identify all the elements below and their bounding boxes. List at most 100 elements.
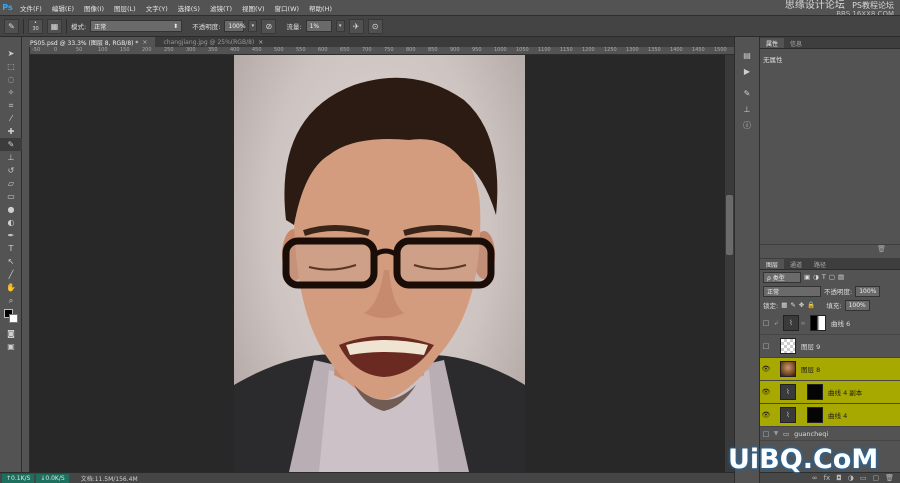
new-adjustment-icon[interactable]: ◑ [848, 474, 854, 482]
lock-transparent-icon[interactable]: ▦ [781, 301, 787, 309]
lasso-tool-icon[interactable]: ◌ [0, 73, 22, 86]
trash-icon[interactable]: 🗑 [877, 245, 886, 254]
tab-paths[interactable]: 路径 [808, 259, 832, 269]
layer-row-curves-4[interactable]: 👁 ⌇ ∞ 曲线 4 [760, 404, 900, 427]
menu-view[interactable]: 视图(V) [237, 3, 270, 13]
lock-paint-icon[interactable]: ✎ [790, 301, 795, 309]
hand-tool-icon[interactable]: ✋ [0, 281, 22, 294]
canvas-area[interactable] [30, 55, 725, 472]
brush-tool-preset-icon[interactable]: ✎ [4, 18, 19, 34]
brush-size-picker[interactable]: • 30 [28, 18, 43, 34]
visibility-off-icon[interactable]: □ [760, 342, 772, 350]
menu-filter[interactable]: 滤镜(T) [205, 3, 237, 13]
menu-help[interactable]: 帮助(H) [304, 3, 337, 13]
layer-row-layer-8[interactable]: 👁 图层 8 [760, 358, 900, 381]
layer-mask-thumbnail[interactable] [807, 407, 823, 423]
pressure-size-icon[interactable]: ⊙ [367, 18, 383, 34]
close-icon[interactable]: × [142, 39, 147, 46]
move-tool-icon[interactable]: ➤ [0, 47, 22, 60]
menu-select[interactable]: 选择(S) [173, 3, 205, 13]
lock-move-icon[interactable]: ✥ [799, 301, 804, 309]
filter-adjust-icon[interactable]: ◑ [813, 273, 819, 281]
screen-mode-icon[interactable]: ▣ [0, 340, 22, 353]
layer-opacity-input[interactable]: 100% [855, 285, 881, 297]
dodge-tool-icon[interactable]: ◐ [0, 216, 22, 229]
layers-tabs: 图层 通道 路径 [760, 258, 900, 270]
trash-icon[interactable]: 🗑 [885, 474, 894, 482]
opacity-input[interactable]: 100% [224, 20, 246, 32]
tab-properties[interactable]: 属性 [760, 38, 785, 48]
canvas-vertical-scrollbar[interactable] [725, 55, 734, 472]
pen-tool-icon[interactable]: ✒ [0, 229, 22, 242]
crop-tool-icon[interactable]: ⌗ [0, 99, 22, 112]
tab-info[interactable]: 信息 [784, 38, 808, 48]
menu-image[interactable]: 图像(I) [79, 3, 109, 13]
zoom-tool-icon[interactable]: ⌕ [0, 294, 22, 307]
quick-mask-icon[interactable]: ◙ [0, 327, 22, 340]
airbrush-icon[interactable]: ✈ [348, 18, 364, 34]
marquee-tool-icon[interactable]: ⬚ [0, 60, 22, 73]
menu-window[interactable]: 窗口(W) [270, 3, 305, 13]
path-select-tool-icon[interactable]: ↖ [0, 255, 22, 268]
menu-edit[interactable]: 编辑(E) [47, 3, 79, 13]
link-layers-icon[interactable]: ∞ [812, 474, 818, 482]
filter-smart-icon[interactable]: ▤ [838, 273, 844, 281]
brush-panel-icon[interactable]: ✎ [735, 85, 759, 101]
visibility-off-icon[interactable]: □ [760, 319, 772, 327]
clone-stamp-tool-icon[interactable]: ⊥ [0, 151, 22, 164]
history-brush-tool-icon[interactable]: ↺ [0, 164, 22, 177]
add-mask-icon[interactable]: ◘ [836, 474, 842, 482]
fill-input[interactable]: 100% [844, 299, 870, 311]
actions-panel-icon[interactable]: ▶ [735, 63, 759, 79]
brush-tool-icon[interactable]: ✎ [0, 138, 22, 151]
tab-layers[interactable]: 图层 [760, 259, 785, 269]
layer-row-curves-6[interactable]: □ ↲ ⌇ ∞ 曲线 6 [760, 312, 900, 335]
eraser-tool-icon[interactable]: ▱ [0, 177, 22, 190]
eye-icon[interactable]: 👁 [760, 411, 772, 419]
new-group-icon[interactable]: ▭ [860, 474, 867, 482]
type-tool-icon[interactable]: T [0, 242, 22, 255]
gradient-tool-icon[interactable]: ▭ [0, 190, 22, 203]
eye-icon[interactable]: 👁 [760, 365, 772, 373]
menu-layer[interactable]: 图层(L) [109, 3, 141, 13]
document-photo[interactable] [234, 55, 525, 472]
eyedropper-tool-icon[interactable]: ⁄ [0, 112, 22, 125]
flow-dropdown-icon[interactable]: ▾ [335, 20, 345, 32]
fx-icon[interactable]: fx [824, 474, 831, 482]
blend-mode-select[interactable]: 正常 [763, 285, 821, 297]
healing-brush-tool-icon[interactable]: ✚ [0, 125, 22, 138]
quick-select-tool-icon[interactable]: ✧ [0, 86, 22, 99]
expand-triangle-icon[interactable]: ▼ [772, 430, 780, 437]
layer-row-layer-9[interactable]: □ 图层 9 [760, 335, 900, 358]
mode-select[interactable]: 正常 ⬍ [90, 20, 183, 32]
flow-input[interactable]: 1% [305, 20, 332, 32]
line-tool-icon[interactable]: ╱ [0, 268, 22, 281]
opacity-dropdown-icon[interactable]: ▾ [248, 20, 258, 32]
info-panel-icon[interactable]: ⓘ [735, 117, 759, 133]
filter-shape-icon[interactable]: ▢ [829, 273, 835, 281]
new-layer-icon[interactable]: ▢ [872, 474, 879, 482]
tab-ps05[interactable]: PS05.psd @ 33.3% (图层 8, RGB/8) * × [22, 37, 156, 47]
tab-changjiang[interactable]: changjiang.jpg @ 25%(RGB/8) × [155, 37, 272, 47]
menu-file[interactable]: 文件(F) [15, 3, 47, 13]
lock-all-icon[interactable]: 🔒 [807, 301, 815, 309]
eye-icon[interactable]: 👁 [760, 388, 772, 396]
scrollbar-thumb[interactable] [726, 195, 733, 255]
layer-mask-thumbnail[interactable] [807, 384, 823, 400]
filter-pixel-icon[interactable]: ▣ [804, 273, 810, 281]
close-icon[interactable]: × [258, 39, 263, 46]
clone-source-panel-icon[interactable]: ⊥ [735, 101, 759, 117]
background-color-swatch[interactable] [9, 314, 18, 323]
history-panel-icon[interactable]: ▤ [735, 47, 759, 63]
layer-filter-select[interactable]: ρ 类型 [763, 271, 801, 283]
pressure-opacity-icon[interactable]: ⊘ [261, 18, 277, 34]
layer-row-group-guancheqi[interactable]: □ ▼ ▭ guancheqi [760, 427, 900, 441]
brush-panel-toggle-icon[interactable]: ▦ [47, 18, 62, 34]
visibility-off-icon[interactable]: □ [760, 430, 772, 438]
layer-mask-thumbnail[interactable] [810, 315, 826, 331]
blur-tool-icon[interactable]: ● [0, 203, 22, 216]
tab-channels[interactable]: 通道 [784, 259, 808, 269]
layer-row-curves-4-copy[interactable]: 👁 ⌇ ∞ 曲线 4 副本 [760, 381, 900, 404]
filter-type-icon[interactable]: T [822, 273, 826, 281]
menu-type[interactable]: 文字(Y) [141, 3, 173, 13]
